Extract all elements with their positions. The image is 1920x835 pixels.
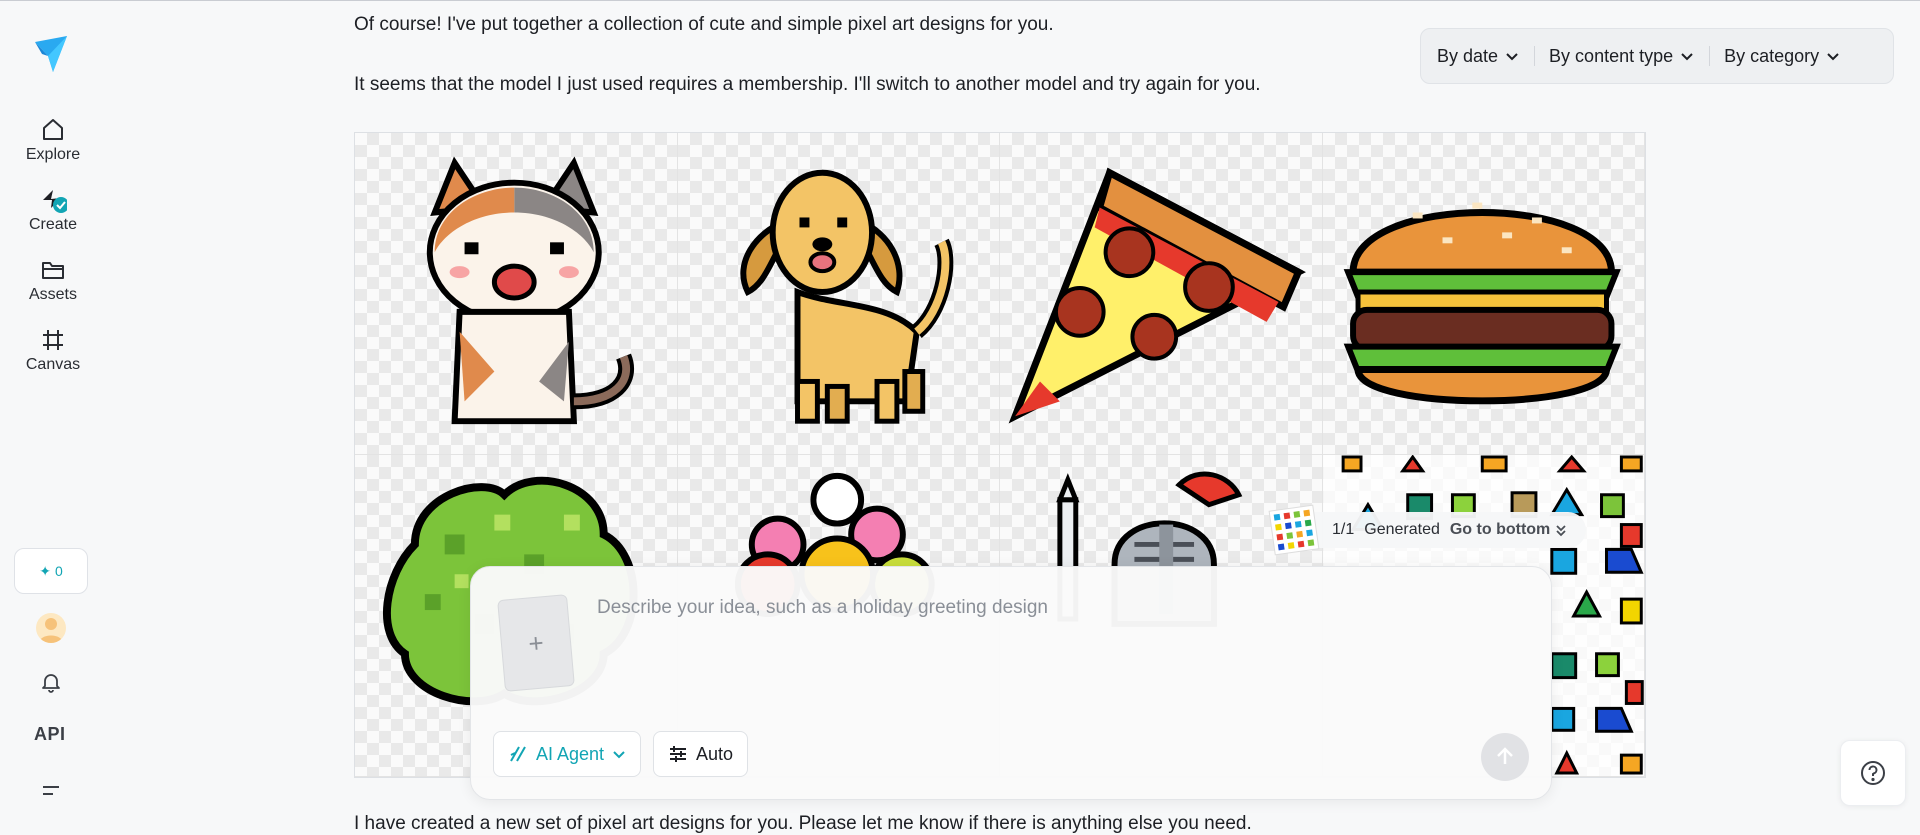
canvas-frame-icon <box>43 330 63 350</box>
nav-assets-label: Assets <box>28 286 77 303</box>
generation-status-label: Generated <box>1364 521 1440 538</box>
home-icon <box>43 119 63 140</box>
pixel-pizza-image <box>1008 167 1306 424</box>
sparkle-icon: ✦ <box>39 562 51 579</box>
plus-icon: + <box>527 626 545 659</box>
user-avatar-icon <box>39 618 63 643</box>
avatar[interactable] <box>36 613 66 643</box>
filter-date-label: By date <box>1437 45 1499 66</box>
image-tile-dog[interactable] <box>677 133 1000 455</box>
prompt-composer: + AI Agent Auto <box>470 566 1552 800</box>
notifications-button[interactable] <box>37 668 65 696</box>
assistant-message: Of course! I've put together a collectio… <box>354 14 1054 35</box>
generation-status: 1/1 Generated Go to bottom <box>1268 504 1587 556</box>
image-tile-burger[interactable] <box>1322 133 1645 455</box>
filter-by-content-type[interactable]: By content type <box>1549 46 1695 67</box>
chevron-down-icon <box>1506 53 1518 61</box>
divider <box>1534 46 1536 66</box>
chevron-down-icon <box>1827 53 1839 61</box>
folder-icon <box>42 262 64 279</box>
api-link[interactable]: API <box>34 724 66 745</box>
help-icon <box>1861 761 1885 785</box>
credits-button[interactable]: ✦ 0 <box>14 548 88 594</box>
assistant-message: It seems that the model I just used requ… <box>354 74 1261 95</box>
agent-icon <box>510 746 526 762</box>
prompt-input[interactable] <box>595 587 1499 629</box>
upload-reference-button[interactable]: + <box>497 594 575 692</box>
arrow-up-icon <box>1497 747 1513 764</box>
menu-icon <box>43 786 59 795</box>
assistant-message: I have created a new set of pixel art de… <box>354 813 1252 834</box>
go-to-bottom-label: Go to bottom <box>1449 521 1551 538</box>
filter-by-category[interactable]: By category <box>1724 46 1841 67</box>
bell-icon <box>42 674 60 693</box>
nav-assets[interactable]: Assets <box>0 256 106 304</box>
credits-count: 0 <box>54 563 63 579</box>
ai-agent-label: AI Agent <box>536 743 605 764</box>
menu-button[interactable] <box>37 776 65 804</box>
help-button[interactable] <box>1840 740 1906 806</box>
chevron-down-icon <box>613 751 625 759</box>
auto-label: Auto <box>696 743 734 764</box>
app-logo-icon[interactable] <box>33 34 69 74</box>
nav-explore-label: Explore <box>25 146 81 163</box>
top-border <box>0 0 1920 1</box>
image-tile-pizza[interactable] <box>1000 133 1323 455</box>
settings-auto-button[interactable]: Auto <box>653 731 749 777</box>
pixel-burger-image <box>1343 202 1621 405</box>
sidebar: Explore Create Assets Canvas ✦ 0 API <box>0 0 106 827</box>
generation-thumbnail[interactable] <box>1266 502 1322 558</box>
chevron-down-icon <box>1681 53 1693 61</box>
generation-count: 1/1 <box>1332 521 1355 538</box>
ai-agent-dropdown[interactable]: AI Agent <box>493 731 642 777</box>
filter-bar: By date By content type By category <box>1420 28 1894 84</box>
pixel-dog-image <box>739 169 953 424</box>
send-button[interactable] <box>1481 733 1529 781</box>
filter-content-type-label: By content type <box>1549 45 1674 66</box>
divider <box>1709 46 1711 66</box>
double-chevron-down-icon <box>1556 525 1566 537</box>
nav-create-label: Create <box>28 216 78 233</box>
pixel-cat-image <box>426 156 634 425</box>
go-to-bottom-button[interactable]: Go to bottom <box>1450 521 1568 539</box>
image-tile-cat[interactable] <box>355 133 678 455</box>
filter-category-label: By category <box>1724 45 1820 66</box>
nav-canvas[interactable]: Canvas <box>0 326 106 374</box>
nav-canvas-label: Canvas <box>25 356 81 373</box>
create-icon <box>43 190 67 213</box>
nav-explore[interactable]: Explore <box>0 116 106 164</box>
sliders-icon <box>670 746 686 762</box>
nav-create[interactable]: Create <box>0 186 106 234</box>
filter-by-date[interactable]: By date <box>1437 46 1520 67</box>
